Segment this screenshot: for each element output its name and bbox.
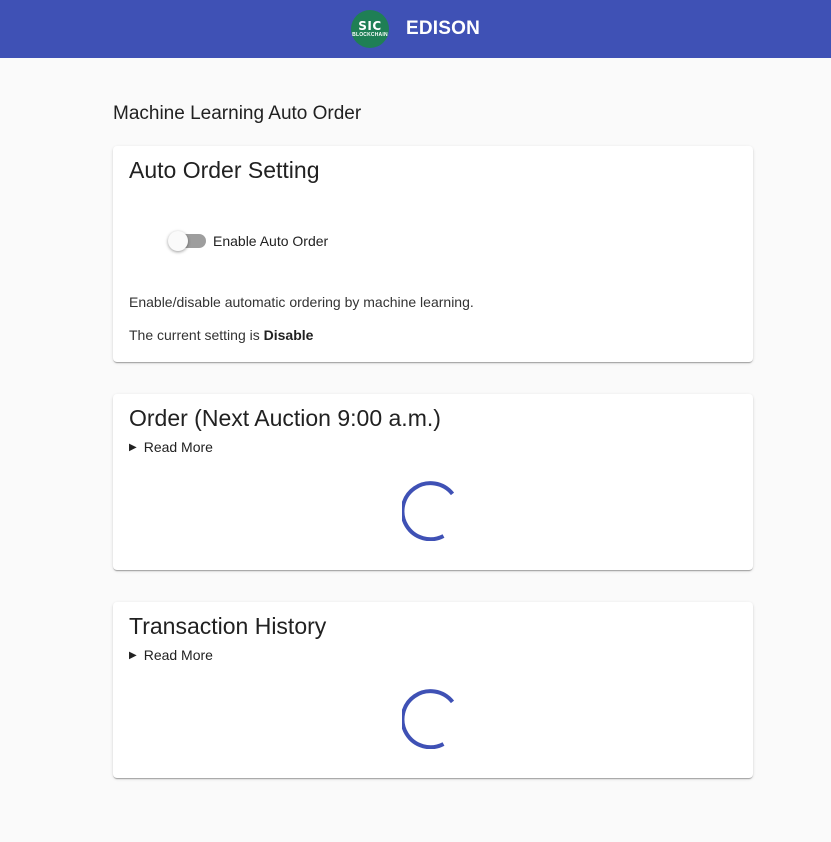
read-more-label: Read More xyxy=(143,647,213,663)
triangle-right-icon: ▶ xyxy=(129,441,137,453)
read-more-label: Read More xyxy=(143,439,213,455)
current-setting-value: Disable xyxy=(263,327,314,343)
transaction-history-card: Transaction History ▶ Read More xyxy=(113,602,753,778)
current-setting-text: The current setting is Disable xyxy=(129,327,313,343)
brand: SIC BLOCKCHAIN EDISON xyxy=(350,10,481,48)
app-title: EDISON xyxy=(405,18,481,39)
logo: SIC BLOCKCHAIN xyxy=(350,10,389,48)
loading-spinner-icon xyxy=(402,481,455,541)
app-bar: SIC BLOCKCHAIN EDISON xyxy=(0,0,831,58)
description-text: Enable/disable automatic ordering by mac… xyxy=(129,294,474,310)
triangle-right-icon: ▶ xyxy=(129,649,137,661)
page-title: Machine Learning Auto Order xyxy=(113,103,362,124)
order-card: Order (Next Auction 9:00 a.m.) ▶ Read Mo… xyxy=(113,394,753,570)
current-setting-prefix: The current setting is xyxy=(129,327,260,343)
auto-order-setting-card: Auto Order Setting Enable Auto Order Ena… xyxy=(113,146,753,362)
toggle-label: Enable Auto Order xyxy=(213,233,329,249)
card-title: Auto Order Setting xyxy=(129,157,320,183)
loading-spinner-icon xyxy=(402,689,455,749)
card-title: Transaction History xyxy=(129,613,327,639)
enable-auto-order-switch[interactable] xyxy=(168,231,206,251)
read-more-toggle[interactable]: ▶ Read More xyxy=(129,439,213,455)
read-more-toggle[interactable]: ▶ Read More xyxy=(129,647,213,663)
switch-thumb[interactable] xyxy=(168,231,188,251)
logo-subtext: BLOCKCHAIN xyxy=(352,32,388,38)
auto-order-toggle-row: Enable Auto Order xyxy=(168,231,328,251)
card-title: Order (Next Auction 9:00 a.m.) xyxy=(129,405,441,431)
logo-text: SIC xyxy=(358,19,382,33)
